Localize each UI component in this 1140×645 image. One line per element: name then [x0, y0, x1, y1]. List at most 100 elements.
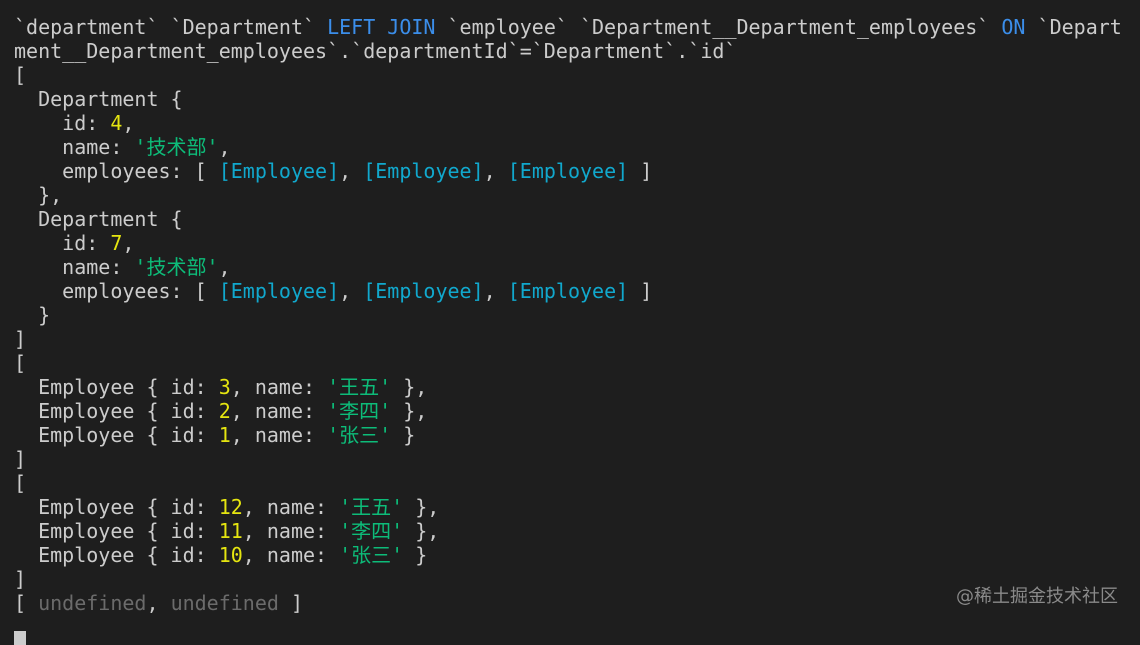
token-cls: [Employee]: [218, 159, 340, 183]
terminal-line: Department {: [14, 207, 1122, 231]
token-def: Employee { id:: [14, 399, 219, 423]
token-str: '张三': [327, 423, 392, 447]
token-cls: [Employee]: [218, 279, 340, 303]
terminal-line: employees: [ [Employee], [Employee], [Em…: [14, 279, 1122, 303]
token-str: '王五': [327, 375, 392, 399]
terminal-line: id: 4,: [14, 111, 1122, 135]
token-cls: [Employee]: [507, 159, 629, 183]
terminal-output[interactable]: `department` `Department` LEFT JOIN `emp…: [14, 15, 1122, 645]
terminal-line: Department {: [14, 87, 1122, 111]
terminal-line: Employee { id: 10, name: '张三' }: [14, 543, 1122, 567]
terminal-line: ]: [14, 447, 1122, 471]
terminal-line: name: '技术部',: [14, 135, 1122, 159]
token-def: ]: [628, 279, 653, 303]
terminal-line: },: [14, 183, 1122, 207]
token-num: 12: [218, 495, 243, 519]
token-def: },: [403, 495, 440, 519]
token-str: '张三': [339, 543, 404, 567]
token-cls: [Employee]: [507, 279, 629, 303]
token-def: Employee { id:: [14, 543, 219, 567]
token-def: ,: [146, 591, 171, 615]
terminal-line: }: [14, 303, 1122, 327]
token-def: [: [14, 471, 27, 495]
terminal-line: [: [14, 351, 1122, 375]
token-def: , name:: [230, 399, 328, 423]
token-def: employees: [: [14, 279, 219, 303]
token-def: Employee { id:: [14, 375, 219, 399]
token-kw: ON: [1001, 15, 1026, 39]
token-str: '王五': [339, 495, 404, 519]
token-def: name:: [14, 135, 135, 159]
token-def: ]: [14, 447, 27, 471]
token-def: }: [403, 543, 428, 567]
token-def: ,: [122, 111, 135, 135]
token-str: '技术部': [134, 135, 219, 159]
token-def: ,: [218, 255, 231, 279]
token-num: 4: [110, 111, 123, 135]
token-def: `Depart: [1025, 15, 1122, 39]
token-num: 2: [218, 399, 231, 423]
token-def: [: [14, 63, 27, 87]
token-def: ]: [278, 591, 304, 615]
token-str: '技术部': [134, 255, 219, 279]
token-cls: [Employee]: [363, 159, 484, 183]
token-def: ment__Department_employees`.`departmentI…: [14, 39, 737, 63]
token-def: name:: [14, 255, 135, 279]
token-def: ]: [14, 327, 27, 351]
token-def: , name:: [242, 519, 340, 543]
terminal-line: ]: [14, 327, 1122, 351]
token-def: , name:: [242, 495, 340, 519]
token-def: `department` `Department`: [14, 15, 328, 39]
terminal-line: [: [14, 63, 1122, 87]
token-num: 3: [218, 375, 231, 399]
token-def: }: [391, 423, 416, 447]
terminal-line: Employee { id: 2, name: '李四' },: [14, 399, 1122, 423]
terminal-line: ment__Department_employees`.`departmentI…: [14, 39, 1122, 63]
token-def: Employee { id:: [14, 519, 219, 543]
token-num: 7: [110, 231, 123, 255]
token-def: },: [391, 375, 428, 399]
token-def: }: [14, 303, 51, 327]
token-def: Department {: [14, 207, 183, 231]
token-def: ,: [122, 231, 135, 255]
token-cls: [Employee]: [363, 279, 484, 303]
token-def: Department {: [14, 87, 183, 111]
token-def: [: [14, 351, 27, 375]
token-def: ,: [339, 159, 364, 183]
token-dim: undefined: [170, 591, 279, 615]
token-def: Employee { id:: [14, 495, 219, 519]
terminal-line: [: [14, 471, 1122, 495]
token-kw: LEFT JOIN: [327, 15, 436, 39]
token-def: , name:: [230, 423, 328, 447]
token-def: id:: [14, 231, 111, 255]
terminal-line: Employee { id: 12, name: '王五' },: [14, 495, 1122, 519]
prompt-line: [14, 615, 1122, 645]
token-def: ]: [628, 159, 653, 183]
terminal-line: id: 7,: [14, 231, 1122, 255]
terminal-line: Employee { id: 3, name: '王五' },: [14, 375, 1122, 399]
token-def: id:: [14, 111, 111, 135]
token-def: Employee { id:: [14, 423, 219, 447]
cursor: [14, 631, 26, 645]
token-num: 11: [218, 519, 243, 543]
watermark: @稀土掘金技术社区: [956, 586, 1118, 607]
token-def: [: [14, 591, 39, 615]
terminal-line: employees: [ [Employee], [Employee], [Em…: [14, 159, 1122, 183]
token-def: ]: [14, 567, 27, 591]
token-def: , name:: [230, 375, 328, 399]
terminal-line: Employee { id: 11, name: '李四' },: [14, 519, 1122, 543]
token-def: },: [14, 183, 63, 207]
terminal-line: name: '技术部',: [14, 255, 1122, 279]
token-def: ,: [483, 279, 508, 303]
token-def: ,: [339, 279, 364, 303]
token-def: employees: [: [14, 159, 219, 183]
token-def: ,: [218, 135, 231, 159]
token-def: , name:: [242, 543, 340, 567]
token-num: 1: [218, 423, 231, 447]
terminal-line: `department` `Department` LEFT JOIN `emp…: [14, 15, 1122, 39]
terminal-line: Employee { id: 1, name: '张三' }: [14, 423, 1122, 447]
token-str: '李四': [327, 399, 392, 423]
token-def: `employee` `Department__Department_emplo…: [435, 15, 1002, 39]
token-dim: undefined: [38, 591, 147, 615]
token-def: },: [391, 399, 428, 423]
